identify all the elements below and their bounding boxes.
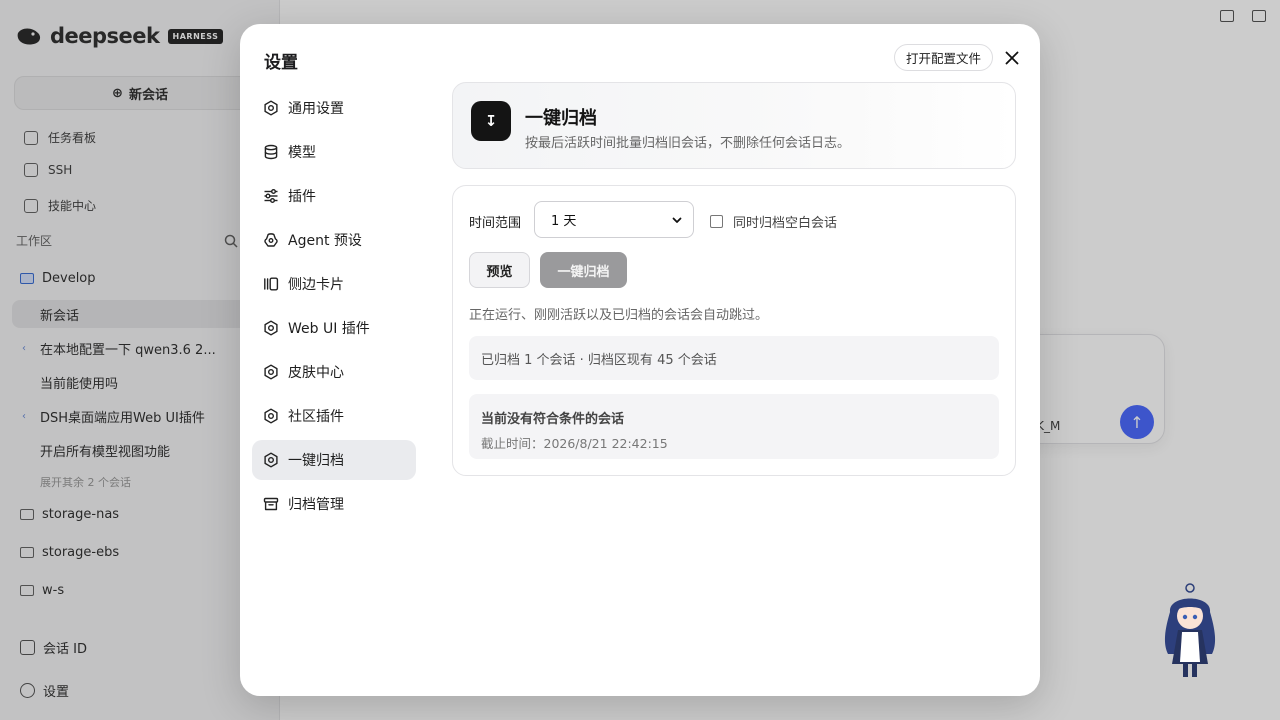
agent-icon [264,233,278,247]
menu-item-webui-plugins[interactable]: Web UI 插件 [252,308,416,348]
archive-empty-option[interactable]: 同时归档空白会话 [710,212,837,231]
archive-hero-card: ↧ 一键归档 按最后活跃时间批量归档旧会话，不删除任何会话日志。 [452,82,1016,169]
menu-label: 模型 [288,145,316,161]
gear-icon [264,452,278,468]
menu-item-side-cards[interactable]: 侧边卡片 [252,264,416,304]
archive-panel: 时间范围 1 天 同时归档空白会话 预览 一键归档 正在运行、刚刚活跃以及已归档… [452,185,1016,476]
settings-menu: 通用设置 模型 插件 Agent 预设 侧边卡片 Web UI 插件 皮肤中心 [252,88,416,528]
menu-label: Web UI 插件 [288,321,370,337]
open-config-button[interactable]: 打开配置文件 [894,44,994,71]
gear-icon [264,408,278,424]
menu-label: 通用设置 [288,101,344,117]
sliders-icon [264,189,278,203]
menu-item-general[interactable]: 通用设置 [252,88,416,128]
settings-content: ↧ 一键归档 按最后活跃时间批量归档旧会话，不删除任何会话日志。 时间范围 1 … [452,82,1016,476]
menu-item-models[interactable]: 模型 [252,132,416,172]
time-range-select[interactable]: 1 天 [534,201,694,238]
section-description: 按最后活跃时间批量归档旧会话，不删除任何会话日志。 [525,136,851,151]
section-title: 一键归档 [525,108,597,129]
menu-label: 一键归档 [288,453,344,469]
database-icon [264,144,278,160]
menu-item-skins[interactable]: 皮肤中心 [252,352,416,392]
gear-icon [264,364,278,380]
menu-item-archive-management[interactable]: 归档管理 [252,484,416,524]
menu-item-agent-presets[interactable]: Agent 预设 [252,220,416,260]
skip-hint: 正在运行、刚刚活跃以及已归档的会话会自动跳过。 [469,308,769,323]
menu-label: 皮肤中心 [288,365,344,381]
menu-item-plugins[interactable]: 插件 [252,176,416,216]
menu-label: 社区插件 [288,409,344,425]
empty-result-title: 当前没有符合条件的会话 [481,412,625,427]
close-button[interactable] [1002,48,1022,68]
cutoff-time: 截止时间：2026/8/21 22:42:15 [481,436,668,451]
menu-item-one-click-archive[interactable]: 一键归档 [252,440,416,480]
menu-label: Agent 预设 [288,233,362,249]
archive-empty-checkbox[interactable] [710,215,723,228]
archive-stats: 已归档 1 个会话 · 归档区现有 45 个会话 [469,336,999,380]
time-range-label: 时间范围 [469,216,522,231]
archive-down-icon: ↧ [471,101,511,141]
menu-label: 插件 [288,189,316,205]
gear-icon [264,320,278,336]
cards-icon [264,277,279,291]
menu-label: 侧边卡片 [288,277,344,293]
settings-modal: 设置 打开配置文件 通用设置 模型 插件 Agent 预设 侧边卡片 Web U… [240,24,1040,696]
gear-icon [264,100,278,116]
menu-label: 归档管理 [288,497,344,513]
modal-title: 设置 [264,53,298,73]
empty-result: 当前没有符合条件的会话 截止时间：2026/8/21 22:42:15 [469,394,999,459]
one-click-archive-button[interactable]: 一键归档 [540,252,627,288]
time-range-value: 1 天 [551,214,577,229]
mascot-character-icon[interactable] [1156,582,1224,682]
menu-item-community-plugins[interactable]: 社区插件 [252,396,416,436]
close-icon [1005,51,1019,65]
archive-stats-text: 已归档 1 个会话 · 归档区现有 45 个会话 [481,352,717,368]
archive-empty-label: 同时归档空白会话 [733,216,838,231]
preview-button[interactable]: 预览 [469,252,530,288]
chevron-down-icon [672,217,682,223]
archive-box-icon [263,497,279,511]
